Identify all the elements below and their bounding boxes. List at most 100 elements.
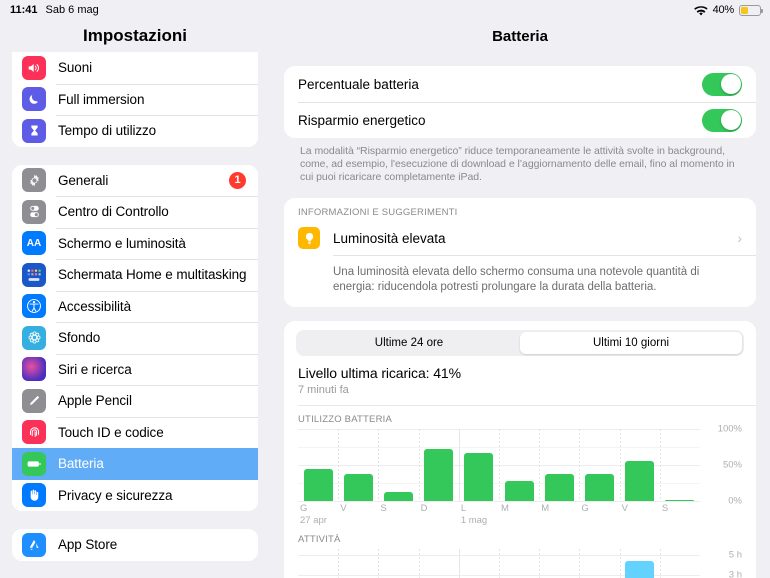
bar-cell: [298, 429, 338, 501]
x-note-spacer: [419, 515, 459, 526]
sidebar-item-centro-di-controllo[interactable]: Centro di Controllo: [12, 196, 258, 228]
sidebar-item-sfondo[interactable]: Sfondo: [12, 322, 258, 354]
sidebar-item-label: Touch ID e codice: [58, 424, 164, 440]
x-note-spacer: [338, 515, 378, 526]
bar-cell: [660, 549, 700, 578]
activity-y-axis: 5 h 3 h: [702, 549, 742, 578]
battery-usage-bar: [585, 474, 614, 501]
low-power-mode-toggle[interactable]: [702, 108, 742, 132]
activity-bar: [625, 561, 655, 578]
settings-sidebar[interactable]: Impostazioni Suoni Full immersion Tempo di…: [0, 0, 270, 578]
sidebar-item-accessibilit[interactable]: Accessibilità: [12, 290, 258, 322]
sidebar-title: Impostazioni: [83, 26, 187, 45]
sidebar-item-batteria[interactable]: Batteria: [12, 448, 258, 480]
sidebar-item-label: Tempo di utilizzo: [58, 123, 157, 139]
x-note-spacer: [620, 515, 660, 526]
sidebar-item-generali[interactable]: Generali 1: [12, 164, 258, 196]
bar-cell: [459, 429, 499, 501]
bar-cell: [660, 429, 700, 501]
hourglass-icon: [22, 118, 46, 143]
battery-usage-bars: [298, 429, 700, 501]
battery-usage-card: Ultime 24 ore Ultimi 10 giorni Livello ul…: [284, 321, 756, 578]
x-tick-label: G: [581, 503, 589, 514]
sidebar-item-full-immersion[interactable]: Full immersion: [12, 83, 258, 115]
battery-usage-bar: [665, 499, 695, 501]
x-tick-label: L: [460, 503, 467, 514]
sidebar-item-label: Suoni: [58, 60, 93, 76]
bar-cell: [620, 549, 660, 578]
activity-chart: ATTIVITÀ 5 h 3 h: [284, 526, 756, 578]
sidebar-item-schermata-home-e-multitasking[interactable]: Schermata Home e multitasking: [12, 259, 258, 291]
segment-last-10-days[interactable]: Ultimi 10 giorni: [520, 332, 742, 354]
sidebar-item-label: Sfondo: [58, 330, 101, 346]
x-note-spacer: [660, 515, 700, 526]
battery-usage-bar: [384, 491, 413, 501]
x-tick-label: M: [541, 503, 550, 514]
low-power-mode-row[interactable]: Risparmio energetico: [284, 102, 756, 138]
sidebar-item-label: Privacy e sicurezza: [58, 487, 173, 503]
segment-last-24-hours[interactable]: Ultime 24 ore: [298, 332, 520, 354]
fingerprint-icon: [22, 420, 46, 445]
sidebar-item-tempo-di-utilizzo[interactable]: Tempo di utilizzo: [12, 115, 258, 147]
sidebar-item-label: Accessibilità: [58, 298, 131, 314]
battery-usage-date-notes: 27 apr 1 mag: [298, 515, 700, 526]
battery-icon: [22, 451, 46, 476]
segmented-control[interactable]: Ultime 24 ore Ultimi 10 giorni: [296, 330, 744, 356]
sidebar-item-siri-e-ricerca[interactable]: Siri e ricerca: [12, 353, 258, 385]
bar-cell: [539, 549, 579, 578]
activity-plot: 5 h 3 h: [298, 549, 742, 578]
bar-cell: [378, 429, 418, 501]
bar-cell: [419, 549, 459, 578]
page-title: Batteria: [492, 27, 548, 45]
bar-cell: [378, 549, 418, 578]
x-date-note: 1 mag: [460, 515, 488, 526]
battery-usage-chart: UTILIZZO BATTERIA 100% 50% 0% G V S D L M M G V S 2…: [284, 406, 756, 526]
time-range-segmented-control[interactable]: Ultime 24 ore Ultimi 10 giorni: [284, 321, 756, 356]
last-charge-level: Livello ultima ricarica: 41%: [298, 365, 461, 381]
moon-icon: [22, 87, 46, 112]
battery-usage-y-axis: 100% 50% 0%: [702, 424, 742, 507]
tips-card: INFORMAZIONI E SUGGERIMENTI Luminosità e…: [284, 198, 756, 307]
sidebar-list[interactable]: Suoni Full immersion Tempo di utilizzo Gene…: [0, 52, 270, 561]
bar-cell: [338, 549, 378, 578]
siri-icon: [22, 357, 46, 382]
x-tick-label: D: [420, 503, 428, 514]
sidebar-item-suoni[interactable]: Suoni: [12, 52, 258, 84]
sidebar-group: Generali 1 Centro di Controllo AA Schermo e …: [12, 164, 258, 511]
sidebar-item-schermo-e-luminosit[interactable]: AA Schermo e luminosità: [12, 227, 258, 259]
bar-cell: [419, 429, 459, 501]
sidebar-item-label: Batteria: [58, 456, 104, 472]
sidebar-item-label: Full immersion: [58, 91, 145, 107]
sidebar-item-privacy-e-sicurezza[interactable]: Privacy e sicurezza: [12, 479, 258, 511]
y-tick-label: 50%: [722, 459, 742, 471]
battery-usage-plot: 100% 50% 0% G V S D L M M G V S 27 apr 1 mag: [298, 424, 742, 526]
pencil-icon: [22, 388, 46, 413]
x-tick-label: G: [300, 503, 308, 514]
battery-usage-bar: [464, 452, 494, 501]
sidebar-item-app-store[interactable]: App Store: [12, 529, 258, 561]
battery-percentage-toggle[interactable]: [702, 72, 742, 96]
x-note-spacer: [539, 515, 579, 526]
bar-cell: [298, 549, 338, 578]
text-size-icon: AA: [22, 231, 46, 256]
sidebar-item-touch-id-e-codice[interactable]: Touch ID e codice: [12, 416, 258, 448]
sidebar-group: Suoni Full immersion Tempo di utilizzo: [12, 52, 258, 147]
x-date-note: 27 apr: [300, 515, 327, 526]
bar-cell: [539, 429, 579, 501]
notification-badge: 1: [229, 171, 246, 189]
sidebar-item-label: Schermata Home e multitasking: [58, 267, 247, 283]
bar-cell: [459, 549, 499, 578]
battery-percentage-row[interactable]: Percentuale batteria: [284, 66, 756, 102]
tip-row-high-brightness[interactable]: Luminosità elevata ›: [284, 223, 756, 255]
bar-cell: [579, 549, 619, 578]
sidebar-item-apple-pencil[interactable]: Apple Pencil: [12, 385, 258, 417]
battery-usage-bar: [343, 473, 373, 501]
activity-chart-title: ATTIVITÀ: [298, 534, 341, 545]
sidebar-item-label: Generali: [58, 172, 109, 188]
x-note-spacer: [378, 515, 418, 526]
app-store-icon: [22, 532, 46, 557]
sidebar-group: App Store: [12, 529, 258, 561]
tip-title: Luminosità elevata: [333, 230, 446, 246]
accessibility-icon: [22, 294, 46, 319]
lightbulb-icon: [298, 227, 320, 249]
